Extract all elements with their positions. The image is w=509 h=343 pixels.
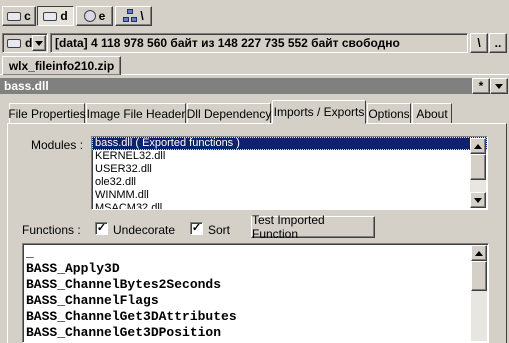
lister-title-bar: bass.dll — [0, 78, 472, 94]
drive-button-c[interactable]: c — [2, 6, 36, 26]
functions-label: Functions : — [22, 223, 81, 237]
root-dir-button[interactable]: \ — [470, 33, 488, 53]
tab-image-file-header[interactable]: Image File Header — [86, 103, 186, 123]
lister-title: bass.dll — [4, 79, 49, 93]
module-item[interactable]: MSACM32.dll — [92, 202, 487, 209]
module-item[interactable]: USER32.dll — [92, 163, 487, 176]
drive-button-network[interactable]: \ — [115, 6, 152, 26]
test-imported-function-button[interactable]: Test Imported Function — [251, 213, 375, 241]
tab-label: Imports / Exports — [273, 105, 365, 119]
star-label: * — [478, 79, 484, 93]
tab-imports-exports[interactable]: Imports / Exports — [272, 100, 366, 124]
module-item[interactable]: bass.dll ( Exported functions ) — [92, 137, 487, 150]
cd-drive-icon — [83, 10, 96, 22]
tab-label: Image File Header — [86, 106, 186, 121]
scroll-down-button[interactable] — [470, 192, 486, 208]
check-icon: ✓ — [191, 222, 202, 234]
function-item[interactable]: BASS_Apply3D — [23, 261, 488, 277]
star-button[interactable]: * — [472, 78, 490, 94]
tab-file-properties[interactable]: File Properties — [8, 103, 86, 123]
scroll-up-button[interactable] — [471, 245, 487, 261]
drive-combo[interactable]: d — [2, 33, 48, 53]
title-dropdown-button[interactable] — [490, 78, 508, 94]
module-item[interactable]: KERNEL32.dll — [92, 150, 487, 163]
function-item[interactable]: BASS_ChannelGet3DPosition — [23, 325, 488, 341]
function-item[interactable]: BASS_ChannelGet3DAttributes — [23, 309, 488, 325]
functions-list[interactable]: _ BASS_Apply3D BASS_ChannelBytes2Seconds… — [22, 243, 489, 343]
hard-drive-icon — [7, 11, 22, 21]
tab-label: Options — [368, 106, 410, 121]
drive-combo-dropdown[interactable] — [32, 35, 46, 51]
modules-scrollbar[interactable] — [470, 138, 486, 208]
tab-label: About — [416, 106, 448, 121]
network-icon — [123, 9, 138, 23]
chevron-up-icon — [474, 143, 482, 149]
function-item[interactable]: _ — [23, 245, 488, 261]
functions-scrollbar[interactable] — [471, 245, 487, 341]
path-display: [data] 4 118 978 560 байт из 148 227 735… — [50, 33, 468, 53]
module-item[interactable]: WINMM.dll — [92, 189, 487, 202]
tab-label: File Properties — [8, 106, 86, 121]
drive-letter: d — [60, 9, 68, 23]
chevron-up-icon — [475, 250, 483, 256]
chevron-down-icon — [35, 40, 43, 46]
scroll-up-button[interactable] — [470, 138, 486, 154]
tab-dll-dependency[interactable]: Dll Dependency — [187, 103, 271, 123]
function-item[interactable]: BASS_ChannelFlags — [23, 293, 488, 309]
modules-list[interactable]: bass.dll ( Exported functions ) KERNEL32… — [91, 136, 488, 210]
tab-options[interactable]: Options — [367, 103, 411, 123]
tab-label: Dll Dependency — [186, 106, 272, 121]
chevron-down-icon — [495, 83, 503, 89]
scroll-thumb[interactable] — [471, 261, 487, 291]
hard-drive-icon — [43, 11, 58, 21]
chevron-down-icon — [474, 197, 482, 203]
drive-button-e[interactable]: e — [76, 6, 113, 26]
drive-letter: e — [98, 9, 106, 23]
test-button-label: Test Imported Function — [252, 213, 325, 241]
file-tab[interactable]: wlx_fileinfo210.zip — [2, 56, 121, 75]
drive-toolbar: c d e \ — [0, 3, 509, 29]
module-item[interactable]: ole32.dll — [92, 176, 487, 189]
drive-button-d[interactable]: d — [37, 6, 74, 26]
scroll-thumb[interactable] — [470, 154, 486, 180]
parent-dir-button[interactable]: .. — [489, 33, 507, 53]
free-space-text: [data] 4 118 978 560 байт из 148 227 735… — [55, 36, 400, 50]
sort-checkbox[interactable]: ✓ — [190, 222, 203, 235]
root-dir-label: \ — [477, 36, 481, 50]
tab-about[interactable]: About — [412, 103, 452, 123]
drive-letter: c — [24, 9, 31, 23]
function-item[interactable]: BASS_ChannelBytes2Seconds — [23, 277, 488, 293]
drive-letter: \ — [140, 9, 144, 23]
check-icon: ✓ — [96, 222, 107, 234]
file-tab-label: wlx_fileinfo210.zip — [8, 59, 115, 73]
sort-label: Sort — [208, 223, 231, 237]
undecorate-checkbox[interactable]: ✓ — [95, 222, 108, 235]
parent-dir-label: .. — [494, 36, 502, 50]
undecorate-label: Undecorate — [113, 223, 176, 237]
modules-label: Modules : — [31, 138, 84, 152]
hard-drive-icon — [7, 38, 21, 48]
